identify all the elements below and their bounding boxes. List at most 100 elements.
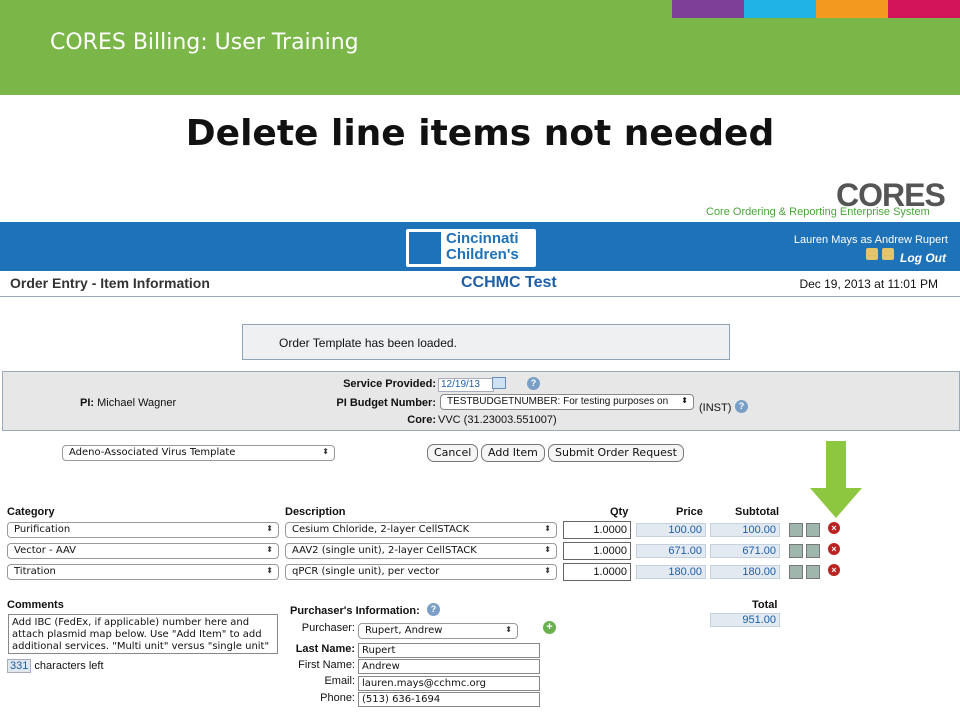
chevron-updown-icon: ⬍	[266, 566, 273, 575]
description-select[interactable]: AAV2 (single unit), 2-layer CellSTACK ⬍	[285, 543, 557, 559]
logout-icons	[866, 248, 894, 260]
brand-line-1: Cincinnati	[446, 230, 519, 247]
comments-textarea[interactable]: Add IBC (FedEx, if applicable) number he…	[8, 614, 278, 654]
description-value: AAV2 (single unit), 2-layer CellSTACK	[292, 545, 477, 556]
phone-label: Phone:	[320, 692, 355, 704]
description-select[interactable]: Cesium Chloride, 2-layer CellSTACK ⬍	[285, 522, 557, 538]
chars-label: characters left	[34, 660, 104, 672]
help-icon[interactable]: ?	[527, 377, 540, 390]
chevron-updown-icon: ⬍	[266, 524, 273, 533]
template-select[interactable]: Adeno-Associated Virus Template ⬍	[62, 445, 335, 461]
chevron-updown-icon: ⬍	[544, 524, 551, 533]
core-value: VVC (31.23003.551007)	[438, 414, 557, 426]
template-value: Adeno-Associated Virus Template	[69, 447, 236, 458]
add-purchaser-icon[interactable]: +	[543, 621, 556, 634]
description-header: Description	[285, 506, 346, 518]
cincinnati-childrens-logo: Cincinnati Children's	[406, 229, 536, 267]
purchaser-value: Rupert, Andrew	[365, 625, 443, 636]
slide-heading: Delete line items not needed	[185, 113, 775, 154]
color-tabs	[672, 0, 960, 18]
test-title: CCHMC Test	[461, 274, 557, 291]
category-select[interactable]: Titration ⬍	[7, 564, 279, 580]
cores-tagline: Core Ordering & Reporting Enterprise Sys…	[706, 206, 930, 218]
logout-link[interactable]: Log Out	[900, 251, 946, 265]
category-select[interactable]: Purification ⬍	[7, 522, 279, 538]
budget-value: TESTBUDGETNUMBER: For testing purposes o…	[447, 396, 669, 407]
color-tab-3	[816, 0, 888, 18]
status-message: Order Template has been loaded.	[242, 324, 730, 360]
subtotal-value: 671.00	[710, 544, 780, 558]
color-tab-2	[744, 0, 816, 18]
total-label: Total	[752, 599, 778, 611]
total-value: 951.00	[710, 613, 780, 627]
qty-input[interactable]: 1.0000	[563, 542, 631, 560]
annotation-arrow-head	[810, 488, 862, 518]
price-header: Price	[676, 506, 703, 518]
first-name-label: First Name:	[298, 659, 355, 671]
person-icon[interactable]	[789, 544, 803, 558]
phone-field[interactable]: (513) 636-1694	[358, 692, 540, 707]
subtotal-value: 180.00	[710, 565, 780, 579]
core-label: Core:	[407, 414, 436, 426]
color-tab-4	[888, 0, 960, 18]
delete-icon[interactable]: ×	[828, 543, 840, 555]
subtotal-header: Subtotal	[735, 506, 779, 518]
person-icon[interactable]	[789, 565, 803, 579]
slide-title: CORES Billing: User Training	[50, 30, 359, 55]
last-name-label: Last Name:	[295, 643, 355, 655]
budget-select[interactable]: TESTBUDGETNUMBER: For testing purposes o…	[440, 394, 694, 410]
childrens-figure-icon	[409, 232, 441, 264]
person-icon[interactable]	[789, 523, 803, 537]
price-value: 180.00	[636, 565, 706, 579]
door-icon[interactable]	[882, 248, 894, 260]
purchaser-label: Purchaser:	[301, 622, 355, 634]
chars-left: 331 characters left	[7, 659, 104, 673]
chars-count: 331	[7, 659, 32, 673]
qty-input[interactable]: 1.0000	[563, 521, 631, 539]
delete-icon[interactable]: ×	[828, 564, 840, 576]
brand-text: Cincinnati Children's	[446, 231, 519, 263]
pi-value: Michael Wagner	[97, 397, 177, 409]
qty-input[interactable]: 1.0000	[563, 563, 631, 581]
add-item-button[interactable]: Add Item	[481, 444, 545, 462]
qty-header: Qty	[610, 506, 629, 518]
calendar-icon[interactable]	[492, 377, 506, 389]
help-icon[interactable]: ?	[735, 400, 748, 413]
chevron-updown-icon: ⬍	[544, 545, 551, 554]
brand-line-2: Children's	[446, 246, 519, 263]
first-name-field[interactable]: Andrew	[358, 659, 540, 674]
pi-row: PI: Michael Wagner	[80, 397, 176, 409]
pi-label: PI:	[80, 397, 95, 409]
cancel-button[interactable]: Cancel	[427, 444, 479, 462]
help-icon[interactable]: ?	[427, 603, 440, 616]
service-date-input[interactable]: 12/19/13	[438, 378, 494, 392]
chevron-updown-icon: ⬍	[322, 447, 329, 456]
comment-icon[interactable]	[806, 523, 820, 537]
delete-icon[interactable]: ×	[828, 522, 840, 534]
description-value: qPCR (single unit), per vector	[292, 566, 440, 577]
category-value: Purification	[14, 524, 71, 535]
description-value: Cesium Chloride, 2-layer CellSTACK	[292, 524, 470, 535]
chevron-updown-icon: ⬍	[681, 396, 688, 405]
budget-label: PI Budget Number:	[336, 397, 436, 409]
category-value: Titration	[14, 566, 56, 577]
purchaser-select[interactable]: Rupert, Andrew ⬍	[358, 623, 518, 639]
email-field[interactable]: lauren.mays@cchmc.org	[358, 676, 540, 691]
subtotal-value: 100.00	[710, 523, 780, 537]
color-tab-1	[672, 0, 744, 18]
comments-label: Comments	[7, 599, 64, 611]
price-value: 671.00	[636, 544, 706, 558]
service-provided-label: Service Provided:	[343, 378, 436, 390]
category-select[interactable]: Vector - AAV ⬍	[7, 543, 279, 559]
comment-icon[interactable]	[806, 544, 820, 558]
chevron-updown-icon: ⬍	[505, 625, 512, 634]
timestamp: Dec 19, 2013 at 11:01 PM	[799, 277, 938, 291]
comment-icon[interactable]	[806, 565, 820, 579]
submit-order-button[interactable]: Submit Order Request	[548, 444, 684, 462]
purchaser-heading: Purchaser's Information:	[290, 605, 420, 617]
category-value: Vector - AAV	[14, 545, 76, 556]
category-header: Category	[7, 506, 55, 518]
last-name-field[interactable]: Rupert	[358, 643, 540, 658]
user-icon[interactable]	[866, 248, 878, 260]
description-select[interactable]: qPCR (single unit), per vector ⬍	[285, 564, 557, 580]
